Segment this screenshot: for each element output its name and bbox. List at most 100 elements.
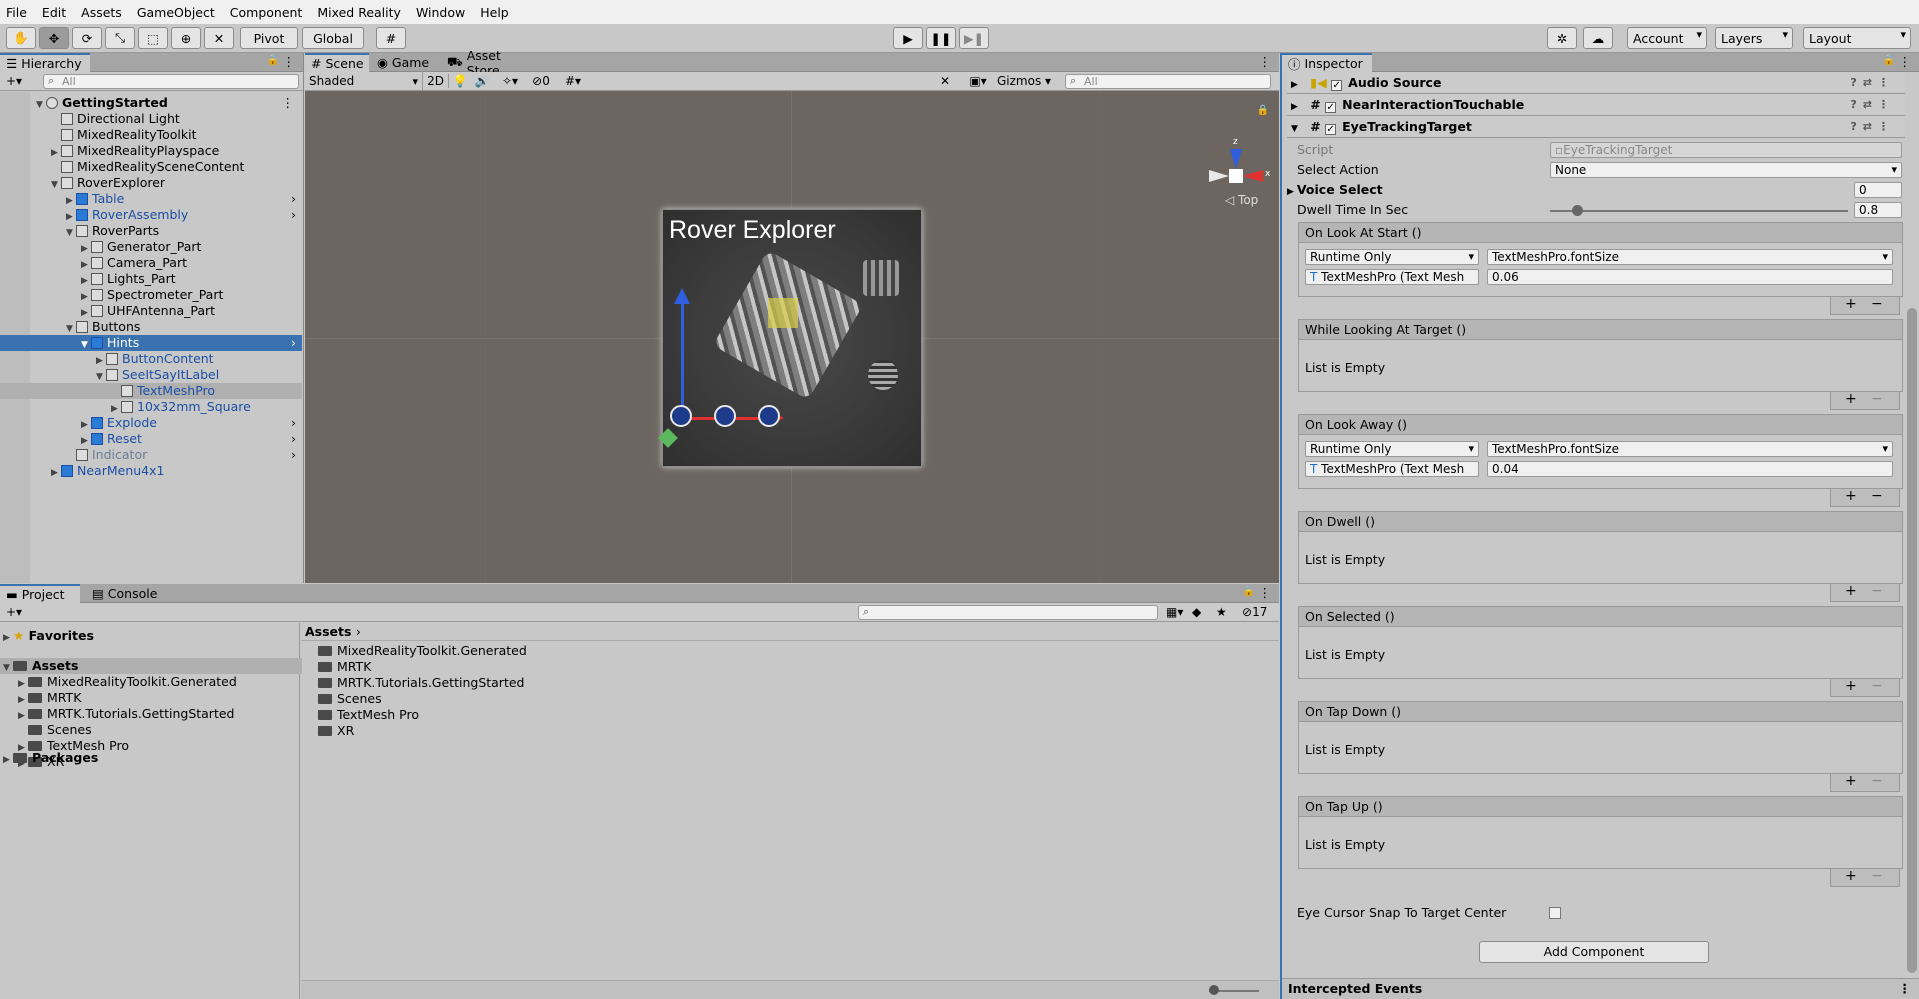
move-tool-icon[interactable]: ✥ xyxy=(39,27,69,49)
prefab-open-icon[interactable]: › xyxy=(291,431,296,447)
hierarchy-row[interactable]: ▶ Spectrometer_Part xyxy=(0,287,302,303)
component-menu-icons[interactable]: ?⇄⋮ xyxy=(1850,116,1895,138)
runtime-dropdown[interactable]: Runtime Only xyxy=(1305,441,1479,457)
inspector-more-icon[interactable]: ⋮ xyxy=(1899,54,1912,69)
hierarchy-row[interactable]: ▼ Hints › xyxy=(0,335,302,351)
add-component-button[interactable]: Add Component xyxy=(1479,941,1709,963)
remove-listener-button[interactable]: − xyxy=(1871,678,1883,694)
component-near-interaction-touchable[interactable]: ▶ # ✓ NearInteractionTouchable ?⇄⋮ xyxy=(1287,94,1905,116)
menu-edit[interactable]: Edit xyxy=(42,5,66,20)
component-menu-icons[interactable]: ?⇄⋮ xyxy=(1850,94,1895,116)
hierarchy-row[interactable]: ▼ SeeItSayItLabel xyxy=(0,367,302,383)
add-listener-button[interactable]: + xyxy=(1845,296,1857,312)
menu-window[interactable]: Window xyxy=(416,5,465,20)
global-button[interactable]: Global xyxy=(302,27,364,49)
dwell-field[interactable]: 0.8 xyxy=(1854,202,1902,218)
tab-scene[interactable]: # Scene xyxy=(305,53,369,72)
argument-field[interactable]: 0.04 xyxy=(1487,461,1893,477)
project-folder-item[interactable]: MRTK.Tutorials.GettingStarted xyxy=(318,675,620,691)
intercepted-events-bar[interactable]: Intercepted Events ⋮ xyxy=(1282,978,1919,999)
project-folder-item[interactable]: MixedRealityToolkit.Generated xyxy=(318,643,620,659)
gizmo-z-cone[interactable] xyxy=(1230,149,1242,169)
zoom-slider-thumb[interactable] xyxy=(1209,985,1219,995)
hierarchy-row[interactable]: MixedRealitySceneContent xyxy=(0,159,302,175)
menu-mixed-reality[interactable]: Mixed Reality xyxy=(317,5,401,20)
project-folder-item[interactable]: MRTK xyxy=(318,659,620,675)
scale-tool-icon[interactable]: ⤡ xyxy=(105,27,135,49)
filter-label-icon[interactable]: ◆ xyxy=(1192,605,1201,619)
pause-button[interactable]: ❚❚ xyxy=(926,27,956,49)
camera-icon[interactable]: ▣▾ xyxy=(961,74,995,88)
select-action-dropdown[interactable]: None xyxy=(1550,162,1902,178)
hand-tool-icon[interactable]: ✋ xyxy=(6,27,36,49)
menu-help[interactable]: Help xyxy=(480,5,509,20)
project-tree-item[interactable]: ▶ MixedRealityToolkit.Generated xyxy=(0,674,302,690)
add-listener-button[interactable]: + xyxy=(1845,583,1857,599)
scene-menu-icon[interactable]: ⋮ xyxy=(282,95,295,111)
voice-select-row[interactable]: ▶ Voice Select xyxy=(1287,181,1892,199)
account-dropdown[interactable]: Account xyxy=(1627,27,1707,49)
grid-icon[interactable]: #▾ xyxy=(555,74,591,88)
hierarchy-row[interactable]: Directional Light xyxy=(0,111,302,127)
transform-tool-icon[interactable]: ⊕ xyxy=(171,27,201,49)
project-tree-item[interactable]: ▶ MRTK.Tutorials.GettingStarted xyxy=(0,706,302,722)
menu-component[interactable]: Component xyxy=(230,5,303,20)
inspector-lock-icon[interactable]: 🔒 xyxy=(1883,55,1895,66)
gizmo-y-arrow[interactable] xyxy=(674,288,690,304)
collab-icon[interactable]: ✲ xyxy=(1547,27,1577,49)
hierarchy-row[interactable]: ▶ Generator_Part xyxy=(0,239,302,255)
menu-file[interactable]: File xyxy=(6,5,27,20)
project-tree-item[interactable]: Scenes xyxy=(0,722,302,738)
remove-listener-button[interactable]: − xyxy=(1871,391,1883,407)
touchable-enabled-checkbox[interactable]: ✓ xyxy=(1325,102,1337,113)
tab-asset-store[interactable]: ⛟ Asset Store xyxy=(441,48,541,78)
component-audio-source[interactable]: ▶ ▮◀ ✓ Audio Source ?⇄⋮ xyxy=(1287,72,1905,94)
prefab-open-icon[interactable]: › xyxy=(291,447,296,463)
play-button[interactable]: ▶ xyxy=(893,27,923,49)
packages-item[interactable]: ▶ Packages xyxy=(0,750,302,766)
function-dropdown[interactable]: TextMeshPro.fontSize xyxy=(1487,249,1893,265)
scene-lock-icon[interactable]: 🔒 xyxy=(1257,105,1269,116)
hierarchy-row[interactable]: ▶ NearMenu4x1 xyxy=(0,463,302,479)
create-asset-icon[interactable]: +▾ xyxy=(6,605,22,619)
menu-assets[interactable]: Assets xyxy=(81,5,122,20)
project-breadcrumb[interactable]: Assets › xyxy=(301,623,1279,641)
dwell-slider-track[interactable] xyxy=(1550,210,1848,212)
project-folder-item[interactable]: XR xyxy=(318,723,620,739)
remove-listener-button[interactable]: − xyxy=(1871,773,1883,789)
button-reset-icon[interactable] xyxy=(714,405,736,427)
remove-listener-button[interactable]: − xyxy=(1871,583,1883,599)
project-folder-item[interactable]: TextMesh Pro xyxy=(318,707,620,723)
gizmo-neg-x-cone[interactable] xyxy=(1209,170,1229,182)
function-dropdown[interactable]: TextMeshPro.fontSize xyxy=(1487,441,1893,457)
orientation-gizmo[interactable]: z x ◁ Top xyxy=(1197,137,1277,217)
hierarchy-row[interactable]: TextMeshPro xyxy=(0,383,302,399)
hierarchy-row[interactable]: ▼ GettingStarted ⋮ xyxy=(0,95,302,111)
prefab-open-icon[interactable]: › xyxy=(291,415,296,431)
menu-gameobject[interactable]: GameObject xyxy=(137,5,215,20)
expand-arrow-icon[interactable]: ▶ xyxy=(51,465,61,481)
remove-listener-button[interactable]: − xyxy=(1871,488,1883,504)
scene-more-icon[interactable]: ⋮ xyxy=(1259,54,1272,69)
hierarchy-row[interactable]: MixedRealityToolkit xyxy=(0,127,302,143)
target-object-field[interactable]: T TextMeshPro (Text Mesh xyxy=(1305,461,1479,477)
project-folder-item[interactable]: Scenes xyxy=(318,691,620,707)
target-object-field[interactable]: T TextMeshPro (Text Mesh xyxy=(1305,269,1479,285)
rect-tool-icon[interactable]: ⬚ xyxy=(138,27,168,49)
hierarchy-row[interactable]: ▶ 10x32mm_Square xyxy=(0,399,302,415)
step-button[interactable]: ▶❚ xyxy=(959,27,989,49)
hierarchy-row[interactable]: ▶ Lights_Part xyxy=(0,271,302,287)
button-hints-icon[interactable] xyxy=(758,405,780,427)
hierarchy-row[interactable]: ▶ ButtonContent xyxy=(0,351,302,367)
hierarchy-row[interactable]: ▶ Explode › xyxy=(0,415,302,431)
add-listener-button[interactable]: + xyxy=(1845,488,1857,504)
gizmo-center-cube[interactable] xyxy=(1229,169,1243,183)
prefab-open-icon[interactable]: › xyxy=(291,191,296,207)
cloud-icon[interactable]: ☁ xyxy=(1583,27,1613,49)
prefab-open-icon[interactable]: › xyxy=(291,207,296,223)
favorite-icon[interactable]: ★ xyxy=(1216,605,1227,619)
tools-icon[interactable]: ✕ xyxy=(933,74,957,88)
component-menu-icons[interactable]: ?⇄⋮ xyxy=(1850,72,1895,94)
layers-dropdown[interactable]: Layers xyxy=(1715,27,1793,49)
add-listener-button[interactable]: + xyxy=(1845,868,1857,884)
